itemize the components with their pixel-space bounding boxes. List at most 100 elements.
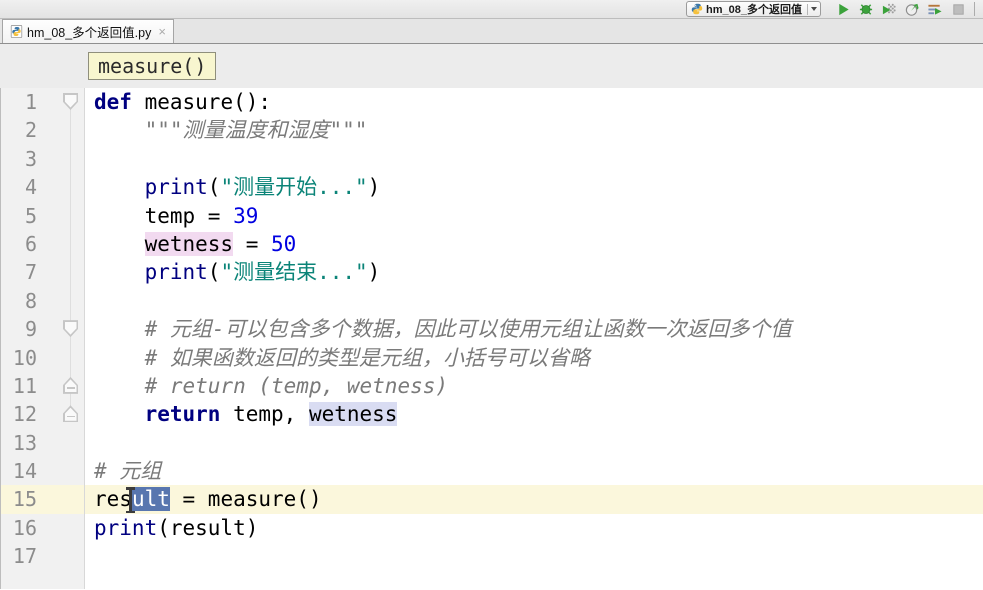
code-line-7[interactable]: print("测量结束...") — [85, 258, 983, 286]
fold-end-icon[interactable] — [63, 376, 78, 394]
gutter-row-5: 5 — [1, 202, 84, 230]
code-token: = — [233, 231, 272, 256]
run-configuration-label: hm_08_多个返回值 — [706, 4, 802, 16]
code-token: print — [94, 515, 158, 540]
code-line-5[interactable]: temp = 39 — [85, 202, 983, 230]
line-number: 9 — [24, 317, 37, 342]
python-icon — [691, 3, 703, 15]
code-line-2[interactable]: """测量温度和湿度""" — [85, 116, 983, 144]
text-ibeam-cursor — [125, 487, 136, 513]
gutter-row-17: 17 — [1, 542, 84, 570]
gutter-row-6: 6 — [1, 230, 84, 258]
code-line-13[interactable] — [85, 429, 983, 457]
main-toolbar: hm_08_多个返回值 — [0, 0, 983, 19]
gutter-row-4: 4 — [1, 173, 84, 201]
line-number: 1 — [24, 90, 37, 114]
code-token: temp = — [94, 203, 234, 228]
run-configuration-dropdown[interactable]: hm_08_多个返回值 — [686, 1, 821, 17]
code-line-9[interactable]: # 元组-可以包含多个数据，因此可以使用元组让函数一次返回多个值 — [85, 315, 983, 343]
code-token: ( — [207, 260, 221, 285]
line-number: 8 — [24, 288, 37, 313]
toolbar-run-group: hm_08_多个返回值 — [686, 1, 983, 17]
code-token: ) — [367, 260, 381, 285]
code-line-12[interactable]: return temp, wetness — [85, 400, 983, 428]
gutter-row-11: 11 — [1, 372, 84, 400]
line-number: 16 — [12, 515, 37, 540]
profiler-icon[interactable] — [903, 1, 921, 17]
line-number: 10 — [12, 345, 37, 370]
code-line-17[interactable] — [85, 542, 983, 570]
toolbar-divider — [974, 2, 975, 16]
gutter-row-15: 15 — [1, 485, 84, 514]
code-token: ) — [367, 175, 381, 200]
gutter-row-9: 9 — [1, 315, 84, 343]
line-number: 11 — [12, 373, 37, 398]
context-function-name: measure() — [98, 54, 207, 78]
code-line-8[interactable] — [85, 287, 983, 315]
code-token: wetness — [308, 402, 398, 427]
code-line-16[interactable]: print(result) — [85, 514, 983, 542]
gutter-row-14: 14 — [1, 457, 84, 485]
code-line-14[interactable]: # 元组 — [85, 457, 983, 485]
code-line-10[interactable]: # 如果函数返回的类型是元组，小括号可以省略 — [85, 344, 983, 372]
line-number: 7 — [24, 260, 37, 285]
code-token: def — [94, 90, 132, 114]
code-token: # 如果函数返回的类型是元组，小括号可以省略 — [144, 345, 590, 370]
code-token: 50 — [271, 231, 297, 256]
gutter-row-13: 13 — [1, 429, 84, 457]
python-file-icon — [10, 25, 23, 38]
selected-text: ult — [131, 487, 170, 512]
toolbar-icons — [829, 1, 967, 17]
code-token: (result) — [157, 515, 259, 540]
tab-label: hm_08_多个返回值.py — [27, 26, 152, 40]
code-line-15[interactable]: result = measure() — [85, 485, 983, 514]
line-number: 4 — [24, 175, 37, 200]
code-token: """测量温度和湿度""" — [144, 118, 368, 143]
gutter-row-12: 12 — [1, 400, 84, 428]
stop-icon[interactable] — [949, 1, 967, 17]
line-number: 6 — [24, 231, 37, 256]
dropdown-separator — [807, 3, 808, 15]
code-token: "测量结束..." — [220, 260, 368, 285]
gutter-row-3: 3 — [1, 145, 84, 173]
chevron-down-icon — [811, 7, 817, 11]
line-number: 12 — [12, 402, 37, 427]
line-number: 2 — [24, 118, 37, 143]
code-token: "测量开始..." — [220, 175, 368, 200]
code-token: measure(): — [131, 90, 272, 114]
code-line-11[interactable]: # return (temp, wetness) — [85, 372, 983, 400]
fold-start-icon[interactable] — [63, 93, 78, 110]
line-number: 3 — [24, 146, 37, 171]
fold-start-icon[interactable] — [63, 320, 78, 338]
tab-close-icon[interactable]: × — [158, 25, 166, 38]
debug-icon[interactable] — [857, 1, 875, 17]
code-area[interactable]: def measure(): """测量温度和湿度""" print("测量开始… — [85, 88, 983, 589]
code-token: # 元组-可以包含多个数据，因此可以使用元组让函数一次返回多个值 — [144, 317, 792, 342]
code-line-1[interactable]: def measure(): — [85, 88, 983, 116]
run-with-coverage-icon[interactable] — [880, 1, 898, 17]
editor-tab-bar: hm_08_多个返回值.py × — [0, 19, 983, 44]
gutter-row-2: 2 — [1, 116, 84, 144]
code-line-6[interactable]: wetness = 50 — [85, 230, 983, 258]
code-token: print — [144, 175, 208, 200]
gutter-row-10: 10 — [1, 344, 84, 372]
code-line-4[interactable]: print("测量开始...") — [85, 173, 983, 201]
editor-gutter: 1 2 3 4 5 6 7 8 9 10 11 12 13 14 15 16 17 — [0, 88, 85, 589]
code-token: print — [144, 260, 208, 285]
code-token: ( — [207, 175, 221, 200]
code-token: wetness — [144, 231, 234, 256]
concurrency-diagram-icon[interactable] — [926, 1, 944, 17]
code-token: # return (temp, wetness) — [144, 373, 449, 398]
code-line-3[interactable] — [85, 145, 983, 173]
line-number: 5 — [24, 203, 37, 228]
run-icon[interactable] — [834, 1, 852, 17]
tab-hm08-file[interactable]: hm_08_多个返回值.py × — [2, 19, 174, 43]
fold-end-icon[interactable] — [63, 405, 78, 423]
